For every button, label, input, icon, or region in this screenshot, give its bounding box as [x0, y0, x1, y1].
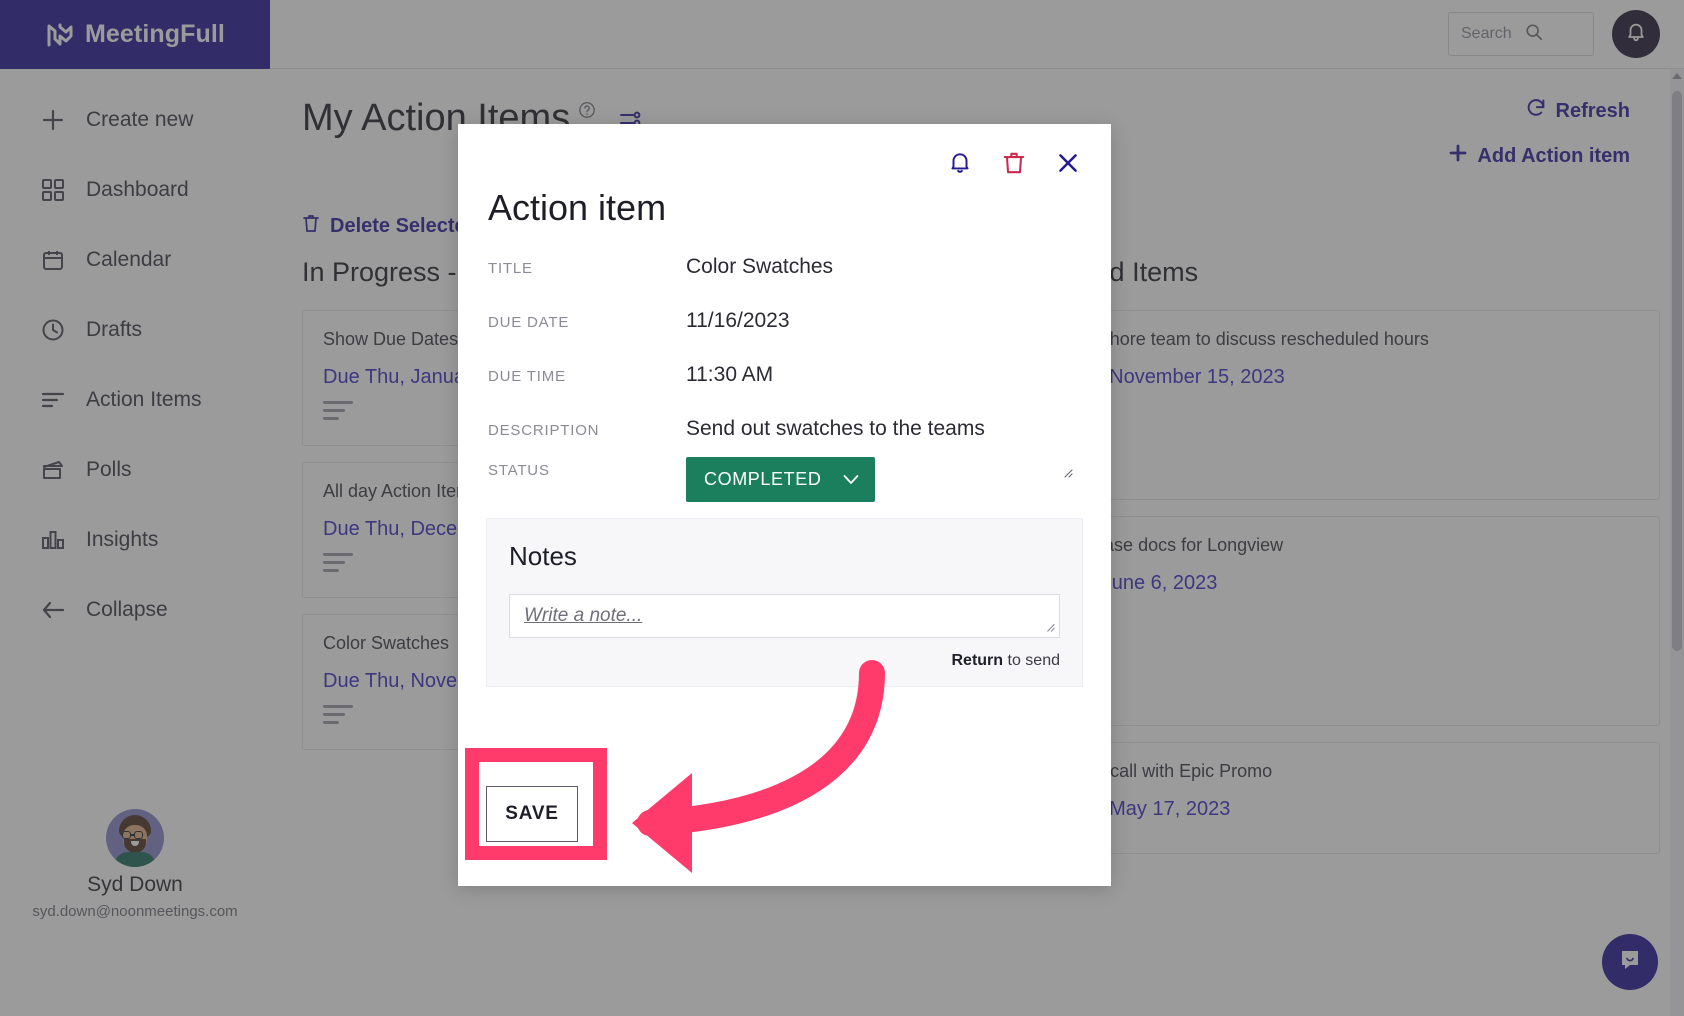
- note-input[interactable]: Write a note...: [509, 594, 1060, 638]
- field-value[interactable]: 11/16/2023: [686, 309, 790, 333]
- action-item-modal: Action item TITLE Color Swatches DUE DAT…: [458, 124, 1111, 886]
- field-title: TITLE Color Swatches: [488, 255, 1081, 279]
- field-label: DESCRIPTION: [488, 422, 600, 439]
- field-value[interactable]: 11:30 AM: [686, 363, 773, 387]
- field-value[interactable]: Send out swatches to the teams: [686, 417, 985, 441]
- chevron-down-icon: [843, 469, 859, 490]
- field-label: DUE DATE: [488, 314, 570, 331]
- note-hint-rest: to send: [1003, 652, 1061, 669]
- status-value: COMPLETED: [704, 469, 822, 489]
- field-due-date: DUE DATE 11/16/2023: [488, 309, 1081, 333]
- modal-title: Action item: [488, 187, 667, 228]
- note-send-hint: Return to send: [509, 652, 1061, 670]
- resize-handle-icon[interactable]: [1044, 621, 1055, 635]
- save-button[interactable]: SAVE: [486, 786, 578, 842]
- field-label: DUE TIME: [488, 368, 566, 385]
- modal-header-icons: [458, 124, 1111, 181]
- field-description: DESCRIPTION Send out swatches to the tea…: [488, 417, 1081, 478]
- status-dropdown[interactable]: COMPLETED: [686, 457, 876, 502]
- save-button-label: SAVE: [505, 803, 559, 824]
- modal-fields: TITLE Color Swatches DUE DATE 11/16/2023…: [458, 229, 1111, 512]
- field-label: TITLE: [488, 260, 533, 277]
- note-placeholder: Write a note...: [524, 605, 643, 626]
- close-x-icon[interactable]: [1055, 150, 1081, 181]
- field-value[interactable]: Color Swatches: [686, 255, 833, 279]
- resize-handle-icon[interactable]: [1061, 465, 1073, 481]
- field-label: STATUS: [488, 462, 550, 479]
- notes-section: Notes Write a note... Return to send: [486, 518, 1083, 687]
- note-hint-key: Return: [951, 652, 1004, 669]
- notes-title: Notes: [509, 541, 577, 571]
- field-status: STATUS COMPLETED: [488, 457, 1081, 502]
- field-due-time: DUE TIME 11:30 AM: [488, 363, 1081, 387]
- modal-footer: SAVE: [458, 786, 1111, 886]
- trash-icon[interactable]: [1001, 150, 1027, 181]
- bell-icon[interactable]: [947, 150, 973, 181]
